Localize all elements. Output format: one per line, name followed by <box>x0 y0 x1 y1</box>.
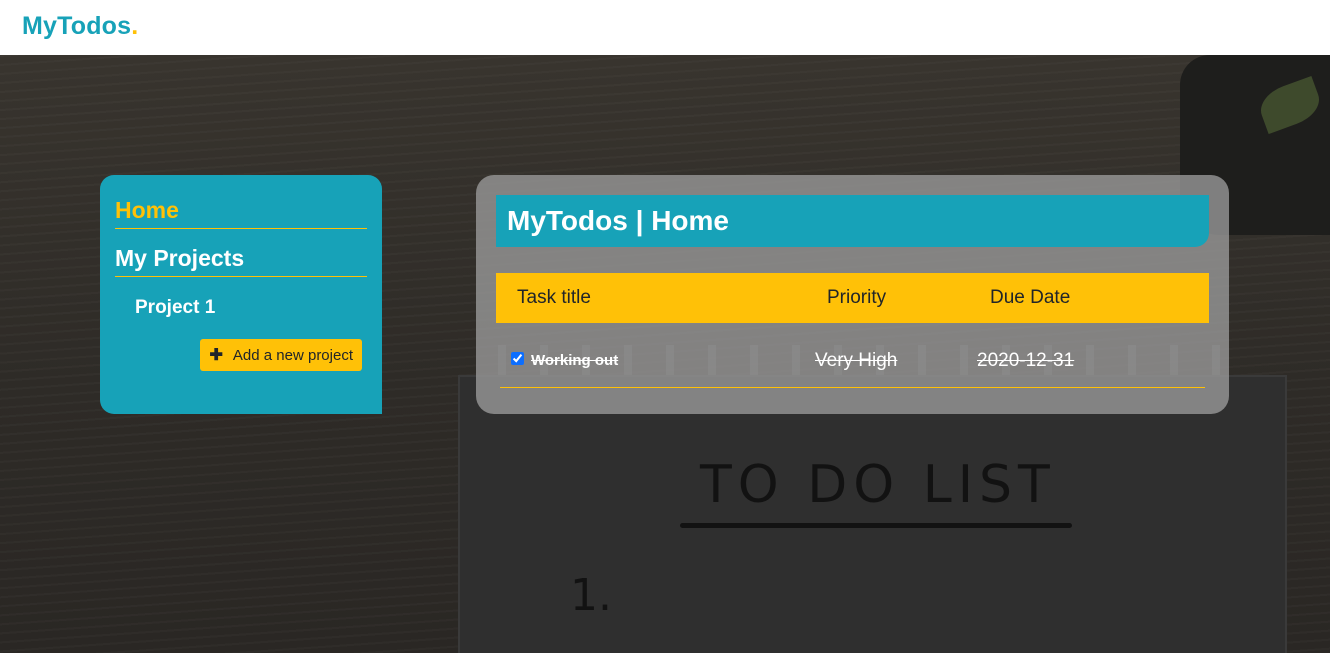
page-title: MyTodos | Home <box>496 195 1209 247</box>
navbar: MyTodos. <box>0 0 1330 55</box>
column-header-priority: Priority <box>827 287 887 308</box>
sidebar: Home My Projects Project 1 ✚ Add a new p… <box>100 175 382 414</box>
add-project-label: Add a new project <box>232 346 353 364</box>
task-priority: Very High <box>815 350 898 371</box>
task-due-date: 2020-12-31 <box>977 350 1075 371</box>
column-header-task-title: Task title <box>517 287 591 308</box>
sidebar-project-item[interactable]: Project 1 <box>135 297 367 319</box>
plus-icon: ✚ <box>209 347 223 364</box>
task-row: Working out Very High 2020-12-31 <box>500 323 1205 388</box>
sidebar-link-home[interactable]: Home <box>115 197 367 229</box>
brand-text: MyTodos <box>22 12 132 40</box>
sidebar-link-my-projects[interactable]: My Projects <box>115 245 367 277</box>
brand-dot: . <box>131 12 139 40</box>
notebook-number: 1. <box>570 570 612 621</box>
main-card: MyTodos | Home Task title Priority Due D… <box>476 175 1229 414</box>
brand-logo[interactable]: MyTodos. <box>22 12 138 41</box>
add-project-button[interactable]: ✚ Add a new project <box>199 339 362 371</box>
task-table-header: Task title Priority Due Date <box>496 273 1209 323</box>
notebook-title: TO DO LIST <box>700 455 1056 515</box>
task-complete-checkbox[interactable] <box>511 352 524 365</box>
column-header-due-date: Due Date <box>990 287 1071 308</box>
notebook-underline <box>680 523 1072 528</box>
task-title[interactable]: Working out <box>531 352 618 369</box>
